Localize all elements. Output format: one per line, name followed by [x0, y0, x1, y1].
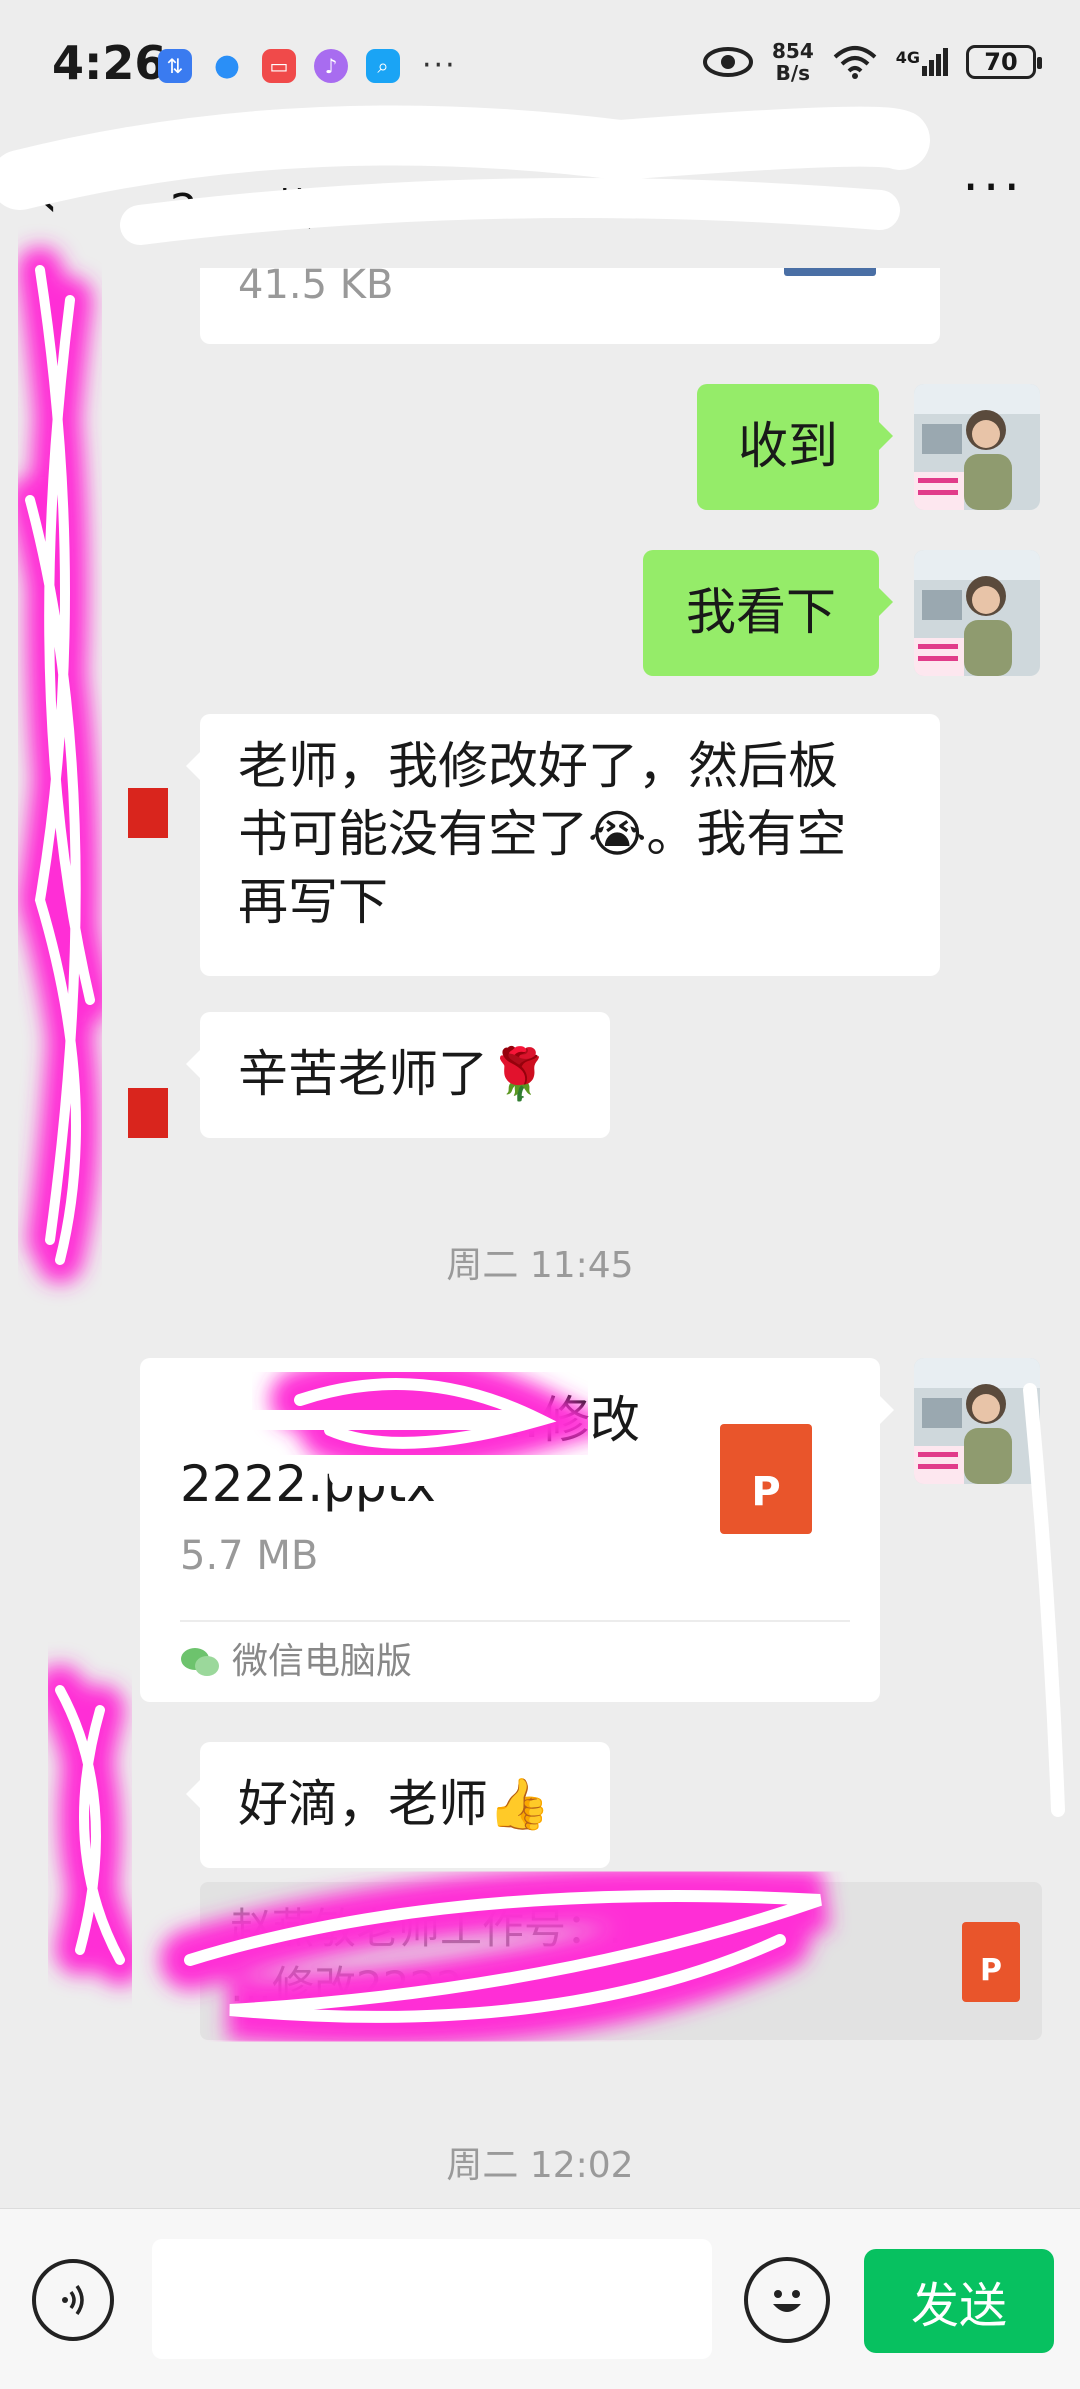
message-bubble-received[interactable]: 好滴，老师👍: [186, 1742, 610, 1868]
transfer-app-icon: ⇅: [158, 48, 192, 83]
chat-header: ‹ 2 … 获 ···: [0, 130, 1080, 268]
my-avatar[interactable]: [914, 384, 1040, 510]
my-avatar[interactable]: [914, 550, 1040, 676]
battery-icon: 70: [966, 45, 1042, 79]
send-button[interactable]: 发送: [864, 2249, 1054, 2353]
file-source-footer: 微信电脑版: [180, 1620, 850, 1702]
previous-file-card[interactable]: 41.5 KB: [200, 268, 940, 344]
message-bubble-received[interactable]: 老师，我修改好了，然后板 书可能没有空了😭。我有空 再写下: [186, 714, 940, 976]
chat-message-list[interactable]: 41.5 KB 收到 我看下 老师，我修改好了，然后板 书可能没有空了😭。我有空…: [0, 268, 1080, 2208]
voice-input-icon[interactable]: [32, 2259, 114, 2341]
more-notifications-icon: ···: [422, 48, 457, 83]
message-text-line: 书可能没有空了😭。我有空: [238, 805, 847, 863]
back-arrow-icon[interactable]: ‹: [36, 170, 76, 226]
ppt-file-icon: P: [962, 1922, 1020, 2002]
file-message-card[interactable]: …修改 2222.pptx 5.7 MB P 微信电脑版: [140, 1358, 894, 1702]
my-avatar[interactable]: [914, 1358, 1040, 1484]
file-type-letter: P: [980, 1953, 1002, 1988]
previous-file-icon: [784, 268, 876, 276]
file-type-letter: P: [751, 1469, 781, 1515]
status-bar: 4:26 ⇅ ● ▭ ♪ ⌕ ··· 854 B/s 4G 70: [0, 0, 1080, 130]
eye-icon: [702, 47, 753, 77]
quote-text-line: …修改2222.pptx: [230, 1962, 571, 2011]
network-type: 4G: [895, 48, 920, 67]
chat-title: 2 … 获: [170, 185, 314, 236]
message-bubble-received[interactable]: 辛苦老师了🌹: [186, 1012, 610, 1138]
previous-file-size: 41.5 KB: [238, 268, 394, 308]
message-text-line: 再写下: [238, 873, 388, 931]
network-speed-unit: B/s: [775, 61, 811, 85]
wifi-icon: [833, 46, 877, 79]
message-bubble-sent[interactable]: 我看下: [643, 550, 893, 676]
more-options-icon[interactable]: ···: [962, 158, 1024, 218]
search-app-icon: ⌕: [366, 48, 400, 83]
cellular-signal-icon: 4G: [896, 48, 948, 76]
contact-avatar[interactable]: [128, 1088, 168, 1138]
input-bar: 发送: [0, 2208, 1080, 2389]
timestamp: 周二 12:02: [446, 2145, 634, 2186]
music-app-icon: ♪: [314, 48, 348, 83]
message-text: 辛苦老师了🌹: [238, 1045, 551, 1103]
ppt-file-icon: P: [720, 1424, 812, 1534]
message-text: 我看下: [686, 583, 836, 641]
message-text-line: 老师，我修改好了，然后板: [238, 737, 838, 795]
quoted-message[interactable]: 赵燕敏老师工作号：…详 …修改2222.pptx P: [200, 1882, 1042, 2040]
status-notification-icons: ⇅ ● ▭ ♪ ⌕ ···: [158, 48, 457, 83]
battery-level: 70: [984, 48, 1018, 76]
message-bubble-sent[interactable]: 收到: [697, 384, 893, 510]
emoji-icon[interactable]: [744, 2257, 830, 2343]
contact-avatar[interactable]: [128, 788, 168, 838]
wechat-logo-icon: [181, 1648, 219, 1676]
network-speed: 854 B/s: [772, 40, 814, 84]
message-text: 好滴，老师👍: [238, 1775, 551, 1833]
quote-text-line: 赵燕敏老师工作号：…详: [230, 1904, 693, 1953]
store-app-icon: ▭: [262, 48, 296, 83]
status-right: 854 B/s 4G 70: [702, 40, 1042, 84]
network-speed-value: 854: [771, 39, 814, 63]
file-source-label: 微信电脑版: [232, 1641, 413, 1682]
message-input[interactable]: [152, 2239, 712, 2359]
status-time: 4:26: [52, 36, 167, 90]
timestamp: 周二 11:45: [446, 1245, 634, 1286]
message-text: 收到: [738, 417, 838, 475]
message-app-icon: ●: [213, 48, 241, 83]
